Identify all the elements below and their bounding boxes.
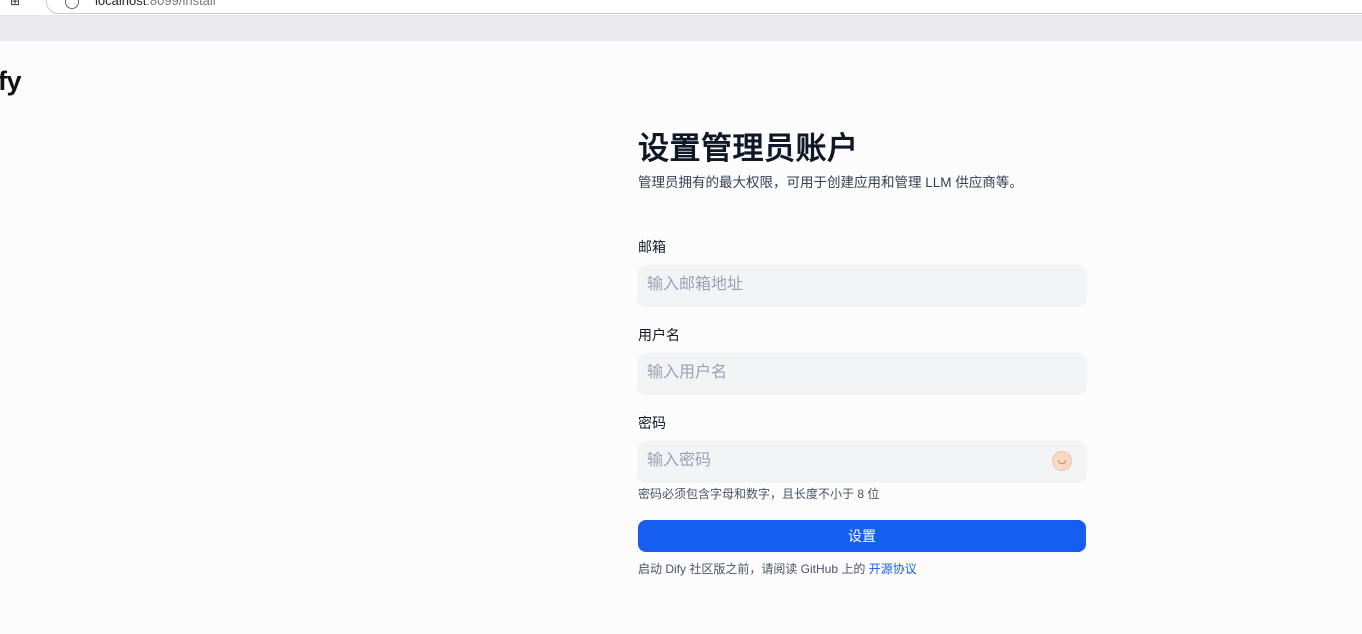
page-title: 设置管理员账户 (638, 131, 859, 166)
terms-text: 启动 Dify 社区版之前，请阅读 GitHub 上的 (638, 562, 866, 576)
submit-button[interactable]: 设置 (638, 520, 1086, 552)
terms-notice: 启动 Dify 社区版之前，请阅读 GitHub 上的 开源协议 (638, 560, 917, 577)
email-field[interactable] (638, 265, 1086, 305)
url-path: :8099/install (146, 0, 216, 8)
site-info-icon[interactable] (65, 0, 79, 9)
dify-logo: ify (0, 66, 22, 96)
email-label: 邮箱 (638, 239, 666, 255)
install-page: ify 设置管理员账户 管理员拥有的最大权限，可用于创建应用和管理 LLM 供应… (0, 41, 1362, 634)
password-label: 密码 (638, 415, 666, 431)
username-label: 用户名 (638, 327, 680, 343)
license-link[interactable]: 开源协议 (869, 562, 917, 576)
setup-form: 设置管理员账户 管理员拥有的最大权限，可用于创建应用和管理 LLM 供应商等。 … (638, 130, 1086, 576)
eye-toggle-icon[interactable]: ◡ (1052, 451, 1072, 471)
url-host: localhost (95, 0, 147, 8)
bookmarks-bar (0, 16, 1362, 41)
url-text: localhost:8099/install (95, 0, 216, 8)
username-field[interactable] (638, 353, 1086, 393)
address-bar[interactable]: localhost:8099/install (46, 0, 1362, 14)
page-subtitle: 管理员拥有的最大权限，可用于创建应用和管理 LLM 供应商等。 (638, 175, 1023, 190)
password-field[interactable] (638, 441, 1086, 481)
browser-top-bar: ⊞ localhost:8099/install (0, 0, 1362, 16)
tab-grid-icon[interactable]: ⊞ (10, 0, 24, 7)
password-hint: 密码必须包含字母和数字，且长度不小于 8 位 (638, 487, 880, 501)
